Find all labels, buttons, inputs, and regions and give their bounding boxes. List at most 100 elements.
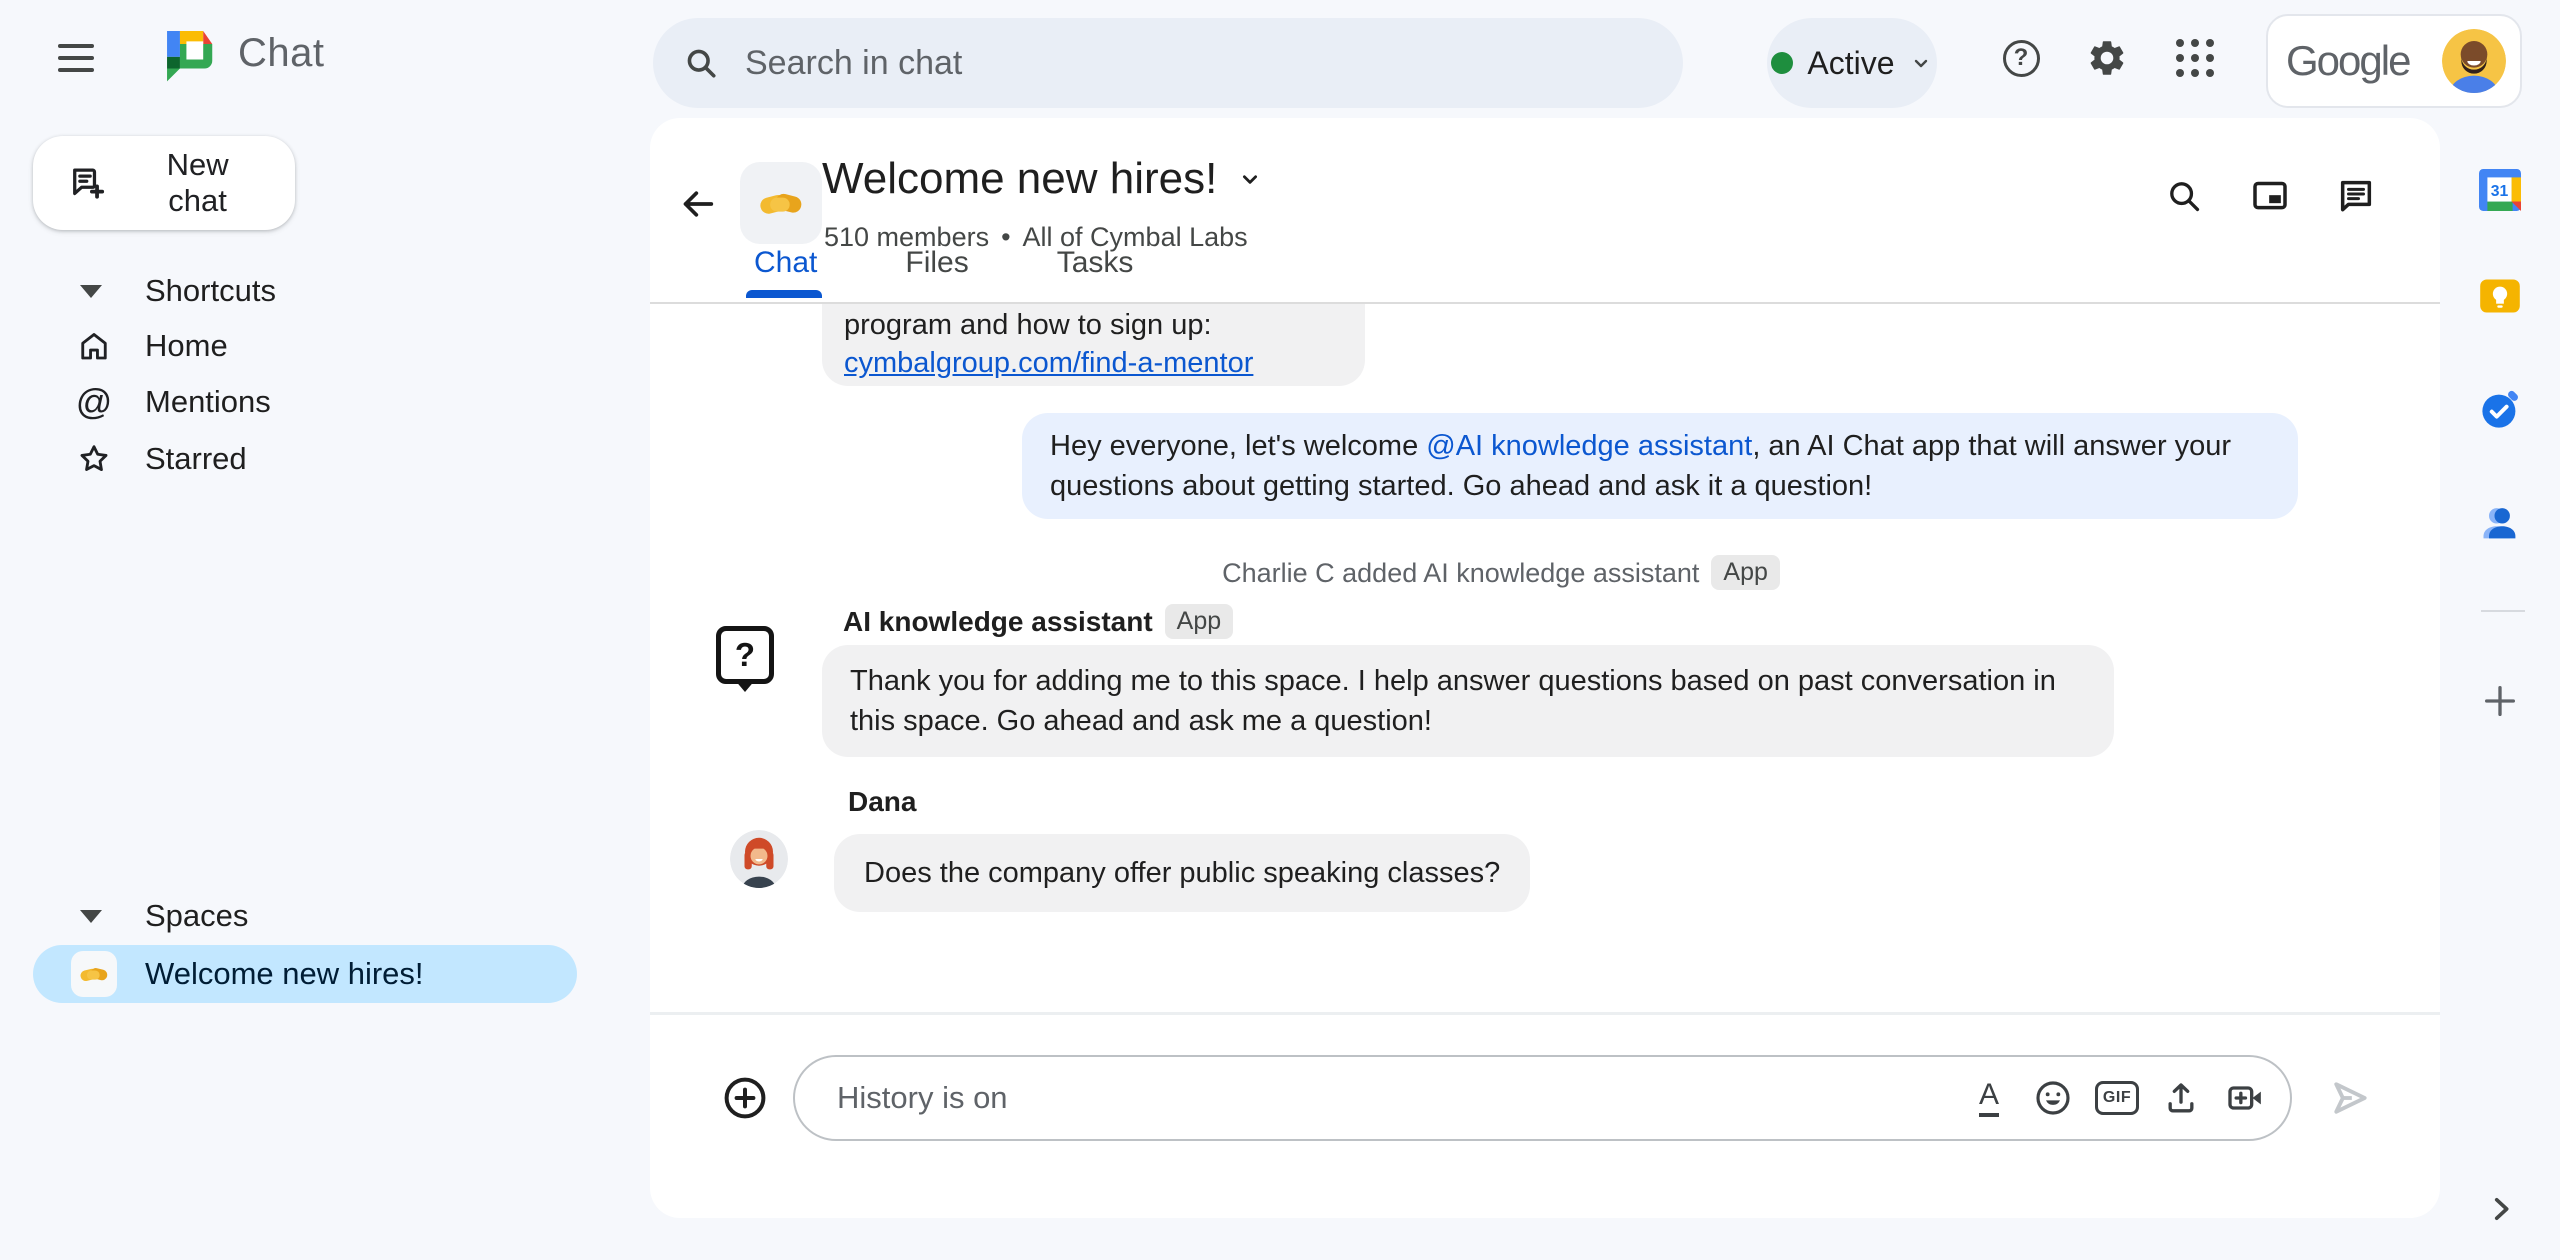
search-placeholder: Search in chat (745, 43, 963, 82)
conversation-panel: Welcome new hires! 510 members • All of … (650, 118, 2440, 1218)
plus-circle-icon (724, 1077, 766, 1119)
at-icon: @ (75, 381, 113, 422)
section-spaces[interactable]: Spaces (0, 887, 650, 945)
video-meet-button[interactable] (2224, 1077, 2266, 1119)
chevron-down-icon (1914, 59, 1927, 68)
contacts-app-button[interactable] (2470, 493, 2530, 553)
app-brand: Chat (158, 22, 325, 84)
sidebar-item-label: Mentions (145, 384, 271, 419)
app-badge: App (1711, 555, 1780, 590)
mention-link[interactable]: @AI knowledge assistant (1426, 430, 1752, 462)
tab-chat[interactable]: Chat (746, 236, 825, 290)
sender-row: Dana (848, 786, 916, 818)
chevron-right-icon (2494, 1197, 2509, 1221)
get-addons-button[interactable] (2470, 671, 2530, 731)
sidebar-item-starred[interactable]: Starred (0, 430, 650, 488)
caret-down-icon (80, 909, 102, 923)
message-bubble-outgoing: Hey everyone, let's welcome @AI knowledg… (1022, 413, 2298, 519)
collapse-panel-button[interactable] (2484, 1192, 2518, 1229)
send-icon (2334, 1082, 2367, 1114)
new-chat-icon (73, 168, 105, 199)
help-button[interactable]: ? (1993, 30, 2049, 86)
sidebar-item-label: Starred (145, 441, 247, 476)
message-input[interactable]: History is on A GIF (793, 1055, 2292, 1141)
sidebar-item-home[interactable]: Home (0, 317, 650, 375)
message-text: program and how to sign up: (844, 309, 1212, 341)
space-avatar (740, 162, 822, 244)
app-avatar: ? (716, 626, 774, 684)
message-text: Thank you for adding me to this space. I… (850, 665, 2056, 737)
user-avatar (2442, 29, 2506, 93)
keep-app-button[interactable] (2470, 266, 2530, 326)
hamburger-icon (58, 44, 94, 48)
account-chip[interactable]: Google (2266, 14, 2522, 108)
apps-grid-icon (2176, 39, 2214, 77)
send-button[interactable] (2322, 1070, 2378, 1126)
page-title: Welcome new hires! (822, 154, 1218, 203)
top-bar: Chat Search in chat Active ? Google (0, 0, 2560, 116)
chevron-down-icon (1243, 175, 1258, 184)
emoji-button[interactable] (2032, 1077, 2074, 1119)
contacts-icon (2483, 508, 2516, 539)
home-icon (62, 328, 126, 364)
sidebar-item-mentions[interactable]: @ Mentions (0, 373, 650, 431)
attach-plus-button[interactable] (719, 1072, 771, 1124)
dana-avatar (730, 830, 788, 888)
google-chat-window: Chat Search in chat Active ? Google New … (0, 0, 2560, 1260)
gear-icon (2090, 41, 2124, 75)
compose-toolbar: A GIF (1968, 1077, 2266, 1119)
tasks-app-button[interactable] (2470, 380, 2530, 440)
gif-icon: GIF (2094, 1081, 2140, 1115)
system-message: Charlie C added AI knowledge assistant (1222, 558, 1700, 588)
tab-files[interactable]: Files (897, 236, 976, 290)
message-input-placeholder: History is on (837, 1080, 1008, 1115)
status-selector[interactable]: Active (1767, 18, 1937, 108)
message-bubble-continuation: program and how to sign up: cymbalgroup.… (822, 304, 1365, 386)
new-chat-label: New chat (166, 147, 229, 218)
star-icon (62, 441, 126, 477)
mentor-link[interactable]: cymbalgroup.com/find-a-mentor (844, 347, 1253, 379)
conversation-actions (2156, 168, 2384, 224)
main-menu-button[interactable] (48, 30, 104, 86)
section-label: Shortcuts (145, 273, 276, 308)
conversation-tabs: Chat Files Tasks (746, 236, 1141, 290)
upload-button[interactable] (2160, 1077, 2202, 1119)
sender-name: Dana (848, 786, 917, 817)
tab-tasks[interactable]: Tasks (1049, 236, 1142, 290)
space-title-menu[interactable]: Welcome new hires! (822, 154, 1265, 204)
compose-divider (650, 1012, 2440, 1015)
popout-button[interactable] (2242, 168, 2298, 224)
video-plus-icon (2228, 1086, 2261, 1110)
section-shortcuts[interactable]: Shortcuts (0, 262, 650, 320)
apps-grid-button[interactable] (2167, 30, 2223, 86)
status-label: Active (1807, 44, 1895, 81)
sidebar-item-label: Home (145, 328, 228, 363)
new-chat-button[interactable]: New chat (33, 136, 295, 230)
question-mark-icon: ? (734, 636, 756, 673)
left-sidebar: New chat Shortcuts Home @ Mentions Starr… (0, 116, 650, 1260)
chat-logo-icon (167, 31, 213, 82)
back-button[interactable] (670, 176, 726, 232)
caret-down-icon (80, 284, 102, 298)
sidebar-item-space-welcome-new-hires[interactable]: Welcome new hires! (33, 945, 577, 1003)
search-in-conversation-button[interactable] (2156, 168, 2212, 224)
threads-button[interactable] (2328, 168, 2384, 224)
system-message-row: Charlie C added AI knowledge assistant Ap… (650, 555, 2352, 590)
pip-icon (2253, 181, 2287, 210)
search-input[interactable]: Search in chat (653, 18, 1683, 108)
active-tab-indicator (746, 290, 822, 298)
settings-button[interactable] (2079, 30, 2135, 86)
sender-row: AI knowledge assistant App (843, 604, 1234, 639)
calendar-icon: 31 (2479, 169, 2521, 211)
message-bubble-user: Does the company offer public speaking c… (834, 834, 1531, 912)
message-icon (2340, 180, 2372, 212)
gif-button[interactable]: GIF (2094, 1077, 2140, 1119)
format-text-button[interactable]: A (1968, 1077, 2010, 1119)
back-arrow-icon (683, 191, 714, 217)
calendar-app-button[interactable]: 31 (2470, 160, 2530, 220)
app-name: Chat (238, 30, 325, 75)
help-icon: ? (2002, 39, 2040, 77)
workspace-side-rail: 31 (2440, 116, 2560, 1260)
tasks-icon (2482, 390, 2518, 428)
space-name: Welcome new hires! (145, 956, 424, 991)
